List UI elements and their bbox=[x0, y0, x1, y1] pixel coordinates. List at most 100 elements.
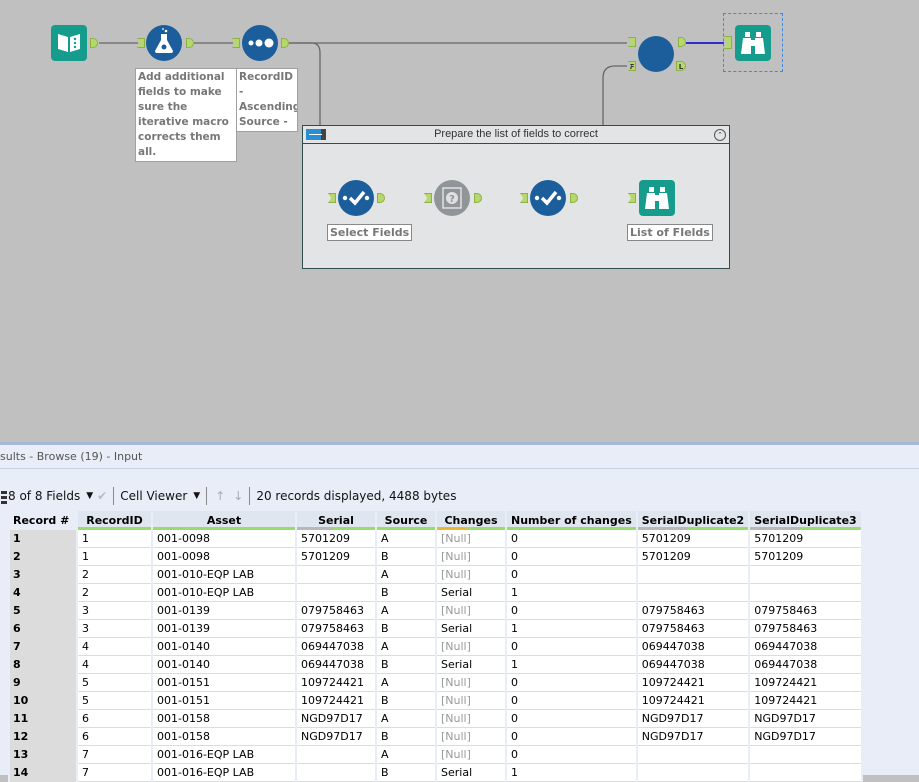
table-cell[interactable]: [Null] bbox=[437, 548, 505, 566]
table-cell[interactable]: 109724421 bbox=[637, 674, 749, 692]
table-cell[interactable]: 0 bbox=[507, 692, 636, 710]
table-cell[interactable]: 069447038 bbox=[637, 638, 749, 656]
table-cell[interactable]: 0 bbox=[507, 728, 636, 746]
table-cell[interactable]: 3 bbox=[78, 602, 151, 620]
workflow-canvas[interactable]: Add additional fields to make sure the i… bbox=[0, 0, 919, 440]
record-number-cell[interactable]: 3 bbox=[10, 566, 76, 584]
table-cell[interactable]: 001-010-EQP LAB bbox=[153, 584, 295, 602]
table-cell[interactable]: 079758463 bbox=[297, 602, 375, 620]
table-cell[interactable]: 6 bbox=[78, 710, 151, 728]
container-header[interactable]: Prepare the list of fields to correct ⌃ bbox=[303, 126, 729, 144]
table-cell[interactable]: 6 bbox=[78, 728, 151, 746]
record-number-cell[interactable]: 9 bbox=[10, 674, 76, 692]
table-cell[interactable]: NGD97D17 bbox=[297, 710, 375, 728]
table-cell[interactable]: [Null] bbox=[437, 692, 505, 710]
chevron-down-icon[interactable]: ▼ bbox=[86, 491, 93, 501]
table-cell[interactable]: 1 bbox=[78, 548, 151, 566]
table-cell[interactable]: 4 bbox=[78, 638, 151, 656]
record-number-cell[interactable]: 10 bbox=[10, 692, 76, 710]
table-cell[interactable]: 069447038 bbox=[297, 638, 375, 656]
table-cell[interactable]: Serial bbox=[437, 620, 505, 638]
record-number-cell[interactable]: 8 bbox=[10, 656, 76, 674]
table-cell[interactable]: 5701209 bbox=[297, 530, 375, 548]
table-cell[interactable]: A bbox=[377, 602, 435, 620]
table-cell[interactable]: NGD97D17 bbox=[750, 710, 861, 728]
table-cell[interactable]: 001-0140 bbox=[153, 638, 295, 656]
table-cell[interactable]: 0 bbox=[507, 530, 636, 548]
table-cell[interactable]: A bbox=[377, 746, 435, 764]
table-cell[interactable]: 0 bbox=[507, 566, 636, 584]
record-number-cell[interactable]: 5 bbox=[10, 602, 76, 620]
table-cell[interactable]: 1 bbox=[507, 764, 636, 782]
record-number-cell[interactable]: 2 bbox=[10, 548, 76, 566]
table-cell[interactable]: 2 bbox=[78, 566, 151, 584]
table-cell[interactable]: 001-0139 bbox=[153, 620, 295, 638]
table-cell[interactable]: A bbox=[377, 638, 435, 656]
table-cell[interactable]: 079758463 bbox=[637, 602, 749, 620]
join-tool[interactable] bbox=[638, 36, 674, 72]
table-cell[interactable]: 5 bbox=[78, 674, 151, 692]
table-cell[interactable]: B bbox=[377, 620, 435, 638]
collapse-icon[interactable]: ⌃ bbox=[714, 129, 726, 141]
table-cell[interactable] bbox=[637, 746, 749, 764]
table-cell[interactable]: 001-0158 bbox=[153, 728, 295, 746]
table-row[interactable]: 6 3 001-0139 079758463 B Serial 1 079758463 0797… bbox=[10, 620, 861, 638]
table-cell[interactable]: 001-010-EQP LAB bbox=[153, 566, 295, 584]
table-cell[interactable]: B bbox=[377, 764, 435, 782]
table-cell[interactable]: 109724421 bbox=[750, 674, 861, 692]
table-cell[interactable] bbox=[297, 764, 375, 782]
table-cell[interactable]: 001-0098 bbox=[153, 548, 295, 566]
table-cell[interactable]: A bbox=[377, 710, 435, 728]
table-cell[interactable]: B bbox=[377, 728, 435, 746]
arrow-up-icon[interactable]: ↑ bbox=[215, 489, 225, 503]
arrow-down-icon[interactable]: ↓ bbox=[233, 489, 243, 503]
record-number-cell[interactable]: 7 bbox=[10, 638, 76, 656]
table-cell[interactable]: 001-016-EQP LAB bbox=[153, 746, 295, 764]
table-cell[interactable]: 7 bbox=[78, 746, 151, 764]
table-cell[interactable]: 0 bbox=[507, 710, 636, 728]
table-cell[interactable]: 1 bbox=[507, 656, 636, 674]
side-menu-icon[interactable] bbox=[0, 489, 8, 504]
table-cell[interactable]: 109724421 bbox=[297, 692, 375, 710]
fields-dropdown[interactable]: 8 of 8 Fields bbox=[8, 489, 80, 503]
column-header[interactable]: RecordID bbox=[78, 511, 151, 530]
table-cell[interactable] bbox=[297, 584, 375, 602]
table-cell[interactable]: 001-0139 bbox=[153, 602, 295, 620]
table-row[interactable]: 2 1 001-0098 5701209 B [Null] 0 5701209 5701209 bbox=[10, 548, 861, 566]
table-cell[interactable]: 001-0098 bbox=[153, 530, 295, 548]
table-row[interactable]: 7 4 001-0140 069447038 A [Null] 0 069447038 0694… bbox=[10, 638, 861, 656]
table-cell[interactable]: B bbox=[377, 656, 435, 674]
table-cell[interactable]: 2 bbox=[78, 584, 151, 602]
cell-viewer-dropdown[interactable]: Cell Viewer bbox=[120, 489, 187, 503]
table-cell[interactable]: 5 bbox=[78, 692, 151, 710]
table-cell[interactable]: 5701209 bbox=[750, 530, 861, 548]
browse-tool-list[interactable] bbox=[639, 180, 675, 216]
table-cell[interactable] bbox=[750, 584, 861, 602]
table-cell[interactable]: 001-0158 bbox=[153, 710, 295, 728]
table-cell[interactable]: [Null] bbox=[437, 710, 505, 728]
table-row[interactable]: 3 2 001-010-EQP LAB A [Null] 0 bbox=[10, 566, 861, 584]
table-row[interactable]: 11 6 001-0158 NGD97D17 A [Null] 0 NGD97D17 NGD97… bbox=[10, 710, 861, 728]
table-row[interactable]: 9 5 001-0151 109724421 A [Null] 0 109724421 1097… bbox=[10, 674, 861, 692]
input-data-tool[interactable] bbox=[51, 25, 87, 61]
table-cell[interactable]: Serial bbox=[437, 656, 505, 674]
formula-tool[interactable] bbox=[146, 25, 182, 61]
select-tool[interactable] bbox=[338, 180, 374, 216]
table-cell[interactable]: 069447038 bbox=[297, 656, 375, 674]
table-cell[interactable]: [Null] bbox=[437, 566, 505, 584]
table-row[interactable]: 12 6 001-0158 NGD97D17 B [Null] 0 NGD97D17 NGD97… bbox=[10, 728, 861, 746]
table-cell[interactable]: 109724421 bbox=[750, 692, 861, 710]
chevron-down-icon[interactable]: ▼ bbox=[193, 491, 200, 501]
table-row[interactable]: 13 7 001-016-EQP LAB A [Null] 0 bbox=[10, 746, 861, 764]
table-cell[interactable]: 069447038 bbox=[750, 656, 861, 674]
table-cell[interactable] bbox=[297, 746, 375, 764]
table-cell[interactable]: 0 bbox=[507, 674, 636, 692]
table-cell[interactable]: A bbox=[377, 674, 435, 692]
column-header[interactable]: SerialDuplicate2 bbox=[637, 511, 749, 530]
check-icon[interactable]: ✔ bbox=[97, 489, 107, 503]
table-cell[interactable]: 0 bbox=[507, 548, 636, 566]
table-row[interactable]: 14 7 001-016-EQP LAB B Serial 1 bbox=[10, 764, 861, 782]
table-cell[interactable]: B bbox=[377, 548, 435, 566]
table-cell[interactable]: 069447038 bbox=[750, 638, 861, 656]
table-cell[interactable]: 079758463 bbox=[637, 620, 749, 638]
